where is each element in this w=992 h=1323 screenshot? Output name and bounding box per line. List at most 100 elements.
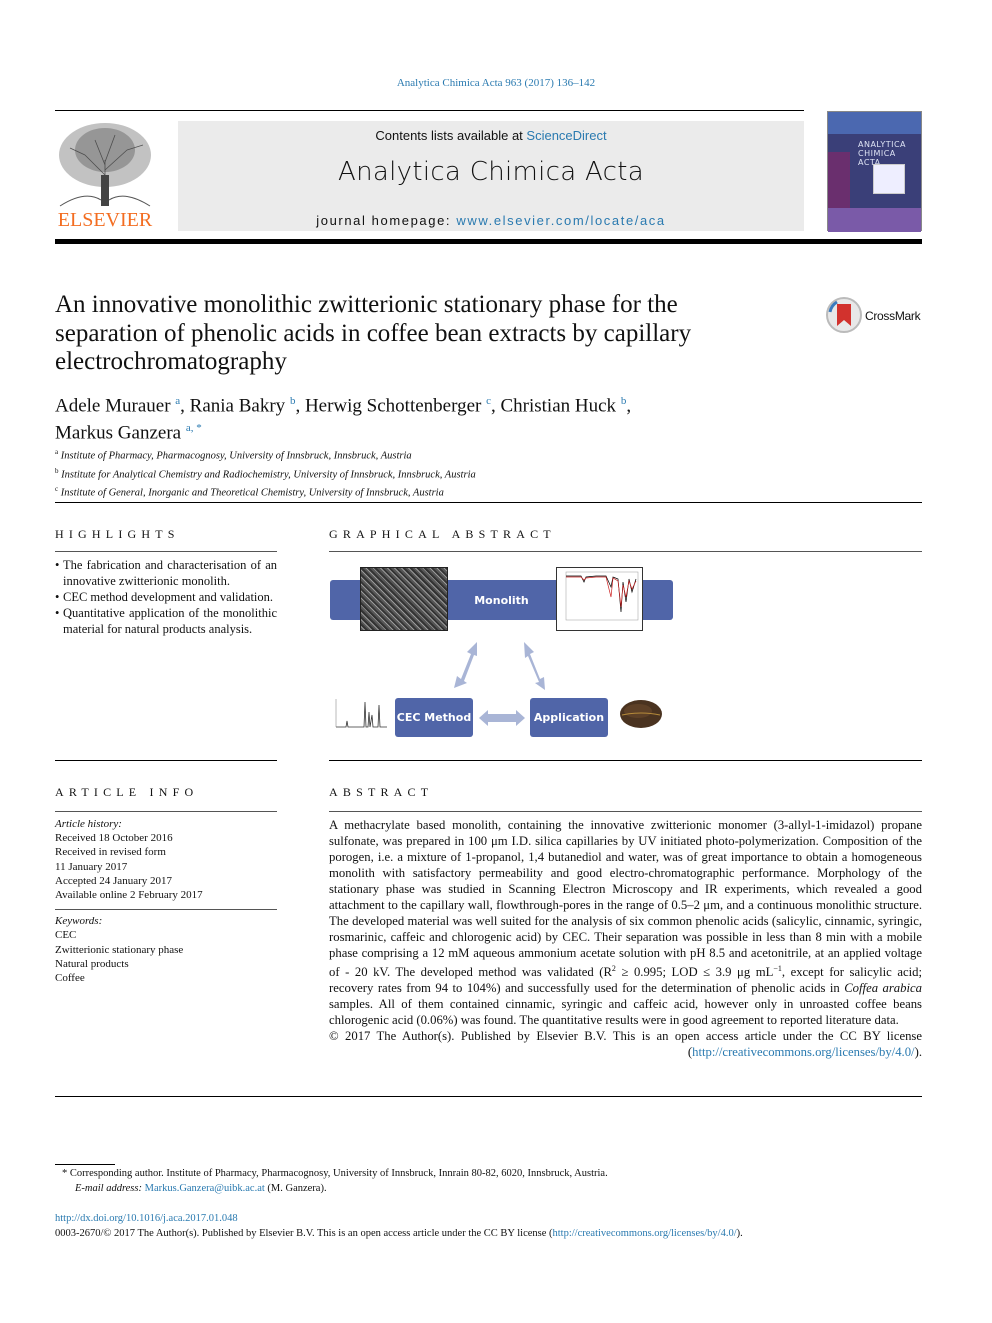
keyword: CEC bbox=[55, 929, 77, 942]
affiliation: b Institute for Analytical Chemistry and… bbox=[55, 464, 476, 483]
highlight-item: Quantitative application of the monolith… bbox=[55, 605, 277, 637]
abstract-sup: −1 bbox=[773, 964, 782, 973]
history-item: Accepted 24 January 2017 bbox=[55, 874, 172, 887]
highlight-item: The fabrication and characterisation of … bbox=[55, 557, 277, 589]
license-link[interactable]: http://creativecommons.org/licenses/by/4… bbox=[692, 1045, 914, 1059]
affiliation-marker: b bbox=[55, 466, 59, 475]
crossmark-label: CrossMark bbox=[865, 309, 921, 323]
elsevier-tree-icon bbox=[55, 120, 155, 208]
history-item: Received 18 October 2016 bbox=[55, 832, 173, 845]
author-affiliation-marker[interactable]: b bbox=[290, 395, 296, 407]
journal-reference: Analytica Chimica Acta 963 (2017) 136–14… bbox=[0, 77, 992, 89]
arrow-monolith-application bbox=[524, 642, 545, 690]
section-rule bbox=[55, 760, 277, 761]
double-arrow-horizontal bbox=[479, 710, 525, 726]
electropherogram-image bbox=[335, 699, 387, 728]
header-thick-rule bbox=[55, 239, 922, 244]
author[interactable]: Christian Huck bbox=[500, 395, 616, 416]
sciencedirect-link[interactable]: ScienceDirect bbox=[526, 128, 606, 143]
article-info-rule bbox=[55, 811, 277, 812]
author-affiliation-marker[interactable]: c bbox=[486, 395, 491, 407]
author[interactable]: Rania Bakry bbox=[190, 395, 286, 416]
email-note: E-mail address: Markus.Ganzera@uibk.ac.a… bbox=[75, 1181, 327, 1196]
abstract-heading: ABSTRACT bbox=[329, 785, 434, 799]
header-rule bbox=[55, 110, 804, 111]
abstract-part: A methacrylate based monolith, containin… bbox=[329, 818, 922, 980]
author-affiliation-marker[interactable]: b bbox=[621, 395, 627, 407]
keyword: Natural products bbox=[55, 957, 129, 970]
monolith-label: Monolith bbox=[474, 593, 529, 607]
crossmark-icon bbox=[826, 297, 862, 333]
application-label: Application bbox=[533, 711, 605, 724]
abstract-rule bbox=[329, 811, 922, 812]
affiliation-marker: a bbox=[55, 448, 59, 456]
journal-title: Analytica Chimica Acta bbox=[338, 157, 644, 187]
journal-cover[interactable]: ANALYTICA CHIMICA ACTA bbox=[827, 111, 922, 232]
abstract-part: ≥ 0.995; LOD ≤ 3.9 μg mL bbox=[615, 965, 774, 980]
license-prefix: 0003-2670/© 2017 The Author(s). Publishe… bbox=[55, 1228, 553, 1239]
highlights-rule bbox=[55, 551, 277, 552]
author-affiliation-marker[interactable]: a bbox=[175, 395, 180, 407]
section-rule bbox=[329, 760, 922, 761]
article-title: An innovative monolithic zwitterionic st… bbox=[55, 291, 692, 375]
cover-title: ANALYTICA CHIMICA ACTA bbox=[858, 140, 907, 167]
license-line: 0003-2670/© 2017 The Author(s). Publishe… bbox=[55, 1226, 743, 1241]
abstract-copyright: © 2017 The Author(s). Published by Elsev… bbox=[329, 1029, 922, 1060]
species-name: Coffea arabica bbox=[844, 981, 922, 996]
highlights-heading: HIGHLIGHTS bbox=[55, 527, 180, 541]
doi-link[interactable]: http://dx.doi.org/10.1016/j.aca.2017.01.… bbox=[55, 1213, 238, 1224]
graphical-abstract-heading: GRAPHICAL ABSTRACT bbox=[329, 527, 556, 541]
journal-banner: Contents lists available at ScienceDirec… bbox=[178, 121, 804, 231]
cec-method-box: CEC Method bbox=[395, 698, 473, 737]
footer-license-link[interactable]: http://creativecommons.org/licenses/by/4… bbox=[553, 1228, 737, 1239]
footnote-rule bbox=[55, 1164, 115, 1165]
email-label: E-mail address: bbox=[75, 1183, 142, 1194]
history-item: Available online 2 February 2017 bbox=[55, 889, 203, 902]
elsevier-logo: ELSEVIER bbox=[55, 120, 155, 232]
cec-method-label: CEC Method bbox=[396, 711, 472, 724]
email-link[interactable]: Markus.Ganzera@uibk.ac.at bbox=[145, 1183, 265, 1194]
article-info: Article history: Received 18 October 201… bbox=[55, 817, 277, 985]
homepage-link[interactable]: www.elsevier.com/locate/aca bbox=[456, 213, 665, 228]
graphical-abstract-rule bbox=[329, 551, 922, 552]
affiliations: a Institute of Pharmacy, Pharmacognosy, … bbox=[55, 445, 476, 501]
abstract-part: samples. All of them contained cinnamic,… bbox=[329, 997, 922, 1028]
history-item: 11 January 2017 bbox=[55, 860, 128, 873]
keywords-rule bbox=[55, 909, 277, 911]
affiliation-marker: c bbox=[55, 485, 59, 493]
abstract-text: A methacrylate based monolith, containin… bbox=[329, 817, 922, 1060]
section-rule bbox=[55, 502, 922, 503]
cycle-arrows bbox=[454, 642, 545, 690]
author[interactable]: Herwig Schottenberger bbox=[305, 395, 481, 416]
keywords-label: Keywords: bbox=[55, 915, 103, 928]
author-affiliation-marker[interactable]: a, * bbox=[186, 422, 202, 434]
ir-spectrum-image bbox=[556, 567, 643, 631]
affiliation-text: Institute of General, Inorganic and Theo… bbox=[60, 487, 444, 499]
affiliation: c Institute of General, Inorganic and Th… bbox=[55, 482, 476, 501]
copyright-text: © 2017 The Author(s). Published by Elsev… bbox=[329, 1029, 922, 1044]
arrow-monolith-cec bbox=[454, 642, 477, 688]
contents-line: Contents lists available at ScienceDirec… bbox=[178, 128, 804, 143]
author[interactable]: Markus Ganzera bbox=[55, 423, 181, 444]
highlight-item: CEC method development and validation. bbox=[55, 589, 277, 605]
author[interactable]: Adele Murauer bbox=[55, 395, 171, 416]
affiliation-text: Institute for Analytical Chemistry and R… bbox=[61, 469, 476, 480]
homepage-prefix: journal homepage: bbox=[316, 213, 457, 228]
application-box: Application bbox=[530, 698, 608, 737]
coffee-bean-image bbox=[620, 700, 662, 728]
journal-reference-link[interactable]: Analytica Chimica Acta 963 (2017) 136–14… bbox=[397, 77, 595, 89]
section-rule bbox=[55, 1096, 922, 1097]
license-suffix: ). bbox=[736, 1228, 743, 1239]
keyword: Zwitterionic stationary phase bbox=[55, 943, 184, 956]
graphical-abstract-figure: Monolith CEC Method Application bbox=[329, 560, 689, 745]
journal-homepage: journal homepage: www.elsevier.com/locat… bbox=[178, 213, 804, 228]
corresponding-author-note: * Corresponding author. Institute of Pha… bbox=[62, 1168, 608, 1179]
abstract-paragraph: A methacrylate based monolith, containin… bbox=[329, 817, 922, 1028]
elsevier-wordmark: ELSEVIER bbox=[57, 209, 153, 231]
keyword: Coffee bbox=[55, 972, 85, 985]
contents-prefix: Contents lists available at bbox=[375, 128, 527, 143]
crossmark-badge[interactable]: CrossMark bbox=[825, 296, 925, 336]
history-label: Article history: bbox=[55, 818, 122, 830]
affiliation-text: Institute of Pharmacy, Pharmacognosy, Un… bbox=[60, 450, 412, 462]
sem-image bbox=[360, 567, 448, 631]
